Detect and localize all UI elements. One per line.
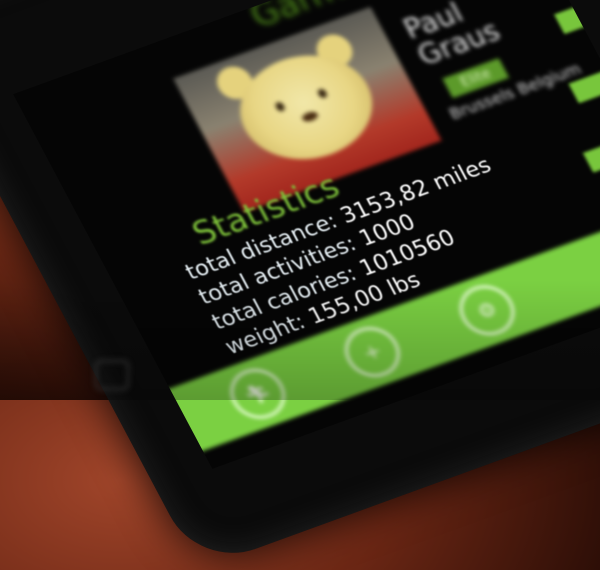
avatar-face [220, 38, 393, 177]
phone-device: Garmin Paul Graus Elite Brussels Belgium… [0, 0, 600, 570]
windows-key-icon[interactable] [95, 360, 129, 390]
settings-icon[interactable]: ⚙ [450, 278, 524, 343]
side-tab[interactable] [568, 67, 600, 104]
side-tab[interactable] [554, 0, 600, 35]
runner-icon[interactable]: 🏃︎ [220, 361, 295, 426]
add-icon[interactable]: + [335, 319, 410, 385]
